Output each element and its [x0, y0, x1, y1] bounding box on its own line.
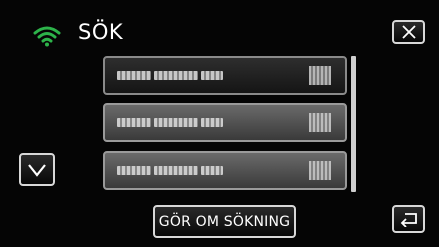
signal-icon: [309, 161, 331, 180]
scroll-down-button[interactable]: [19, 153, 55, 186]
signal-icon: [309, 66, 331, 85]
network-name: [117, 115, 223, 130]
network-item[interactable]: [103, 56, 347, 95]
scrollbar[interactable]: [351, 56, 356, 192]
close-button[interactable]: [392, 20, 425, 44]
page-title: SÖK: [78, 20, 124, 44]
signal-icon: [309, 113, 331, 132]
network-item[interactable]: [103, 103, 347, 142]
network-item[interactable]: [103, 151, 347, 190]
network-name: [117, 68, 223, 83]
wifi-search-screen: SÖK GÖR OM SÖKNING: [0, 0, 439, 247]
redo-search-button[interactable]: GÖR OM SÖKNING: [153, 205, 296, 238]
close-icon: [401, 25, 416, 39]
chevron-down-icon: [28, 163, 46, 177]
network-name: [117, 163, 223, 178]
wifi-icon: [33, 26, 61, 47]
return-icon: [400, 213, 417, 227]
back-button[interactable]: [392, 205, 425, 233]
